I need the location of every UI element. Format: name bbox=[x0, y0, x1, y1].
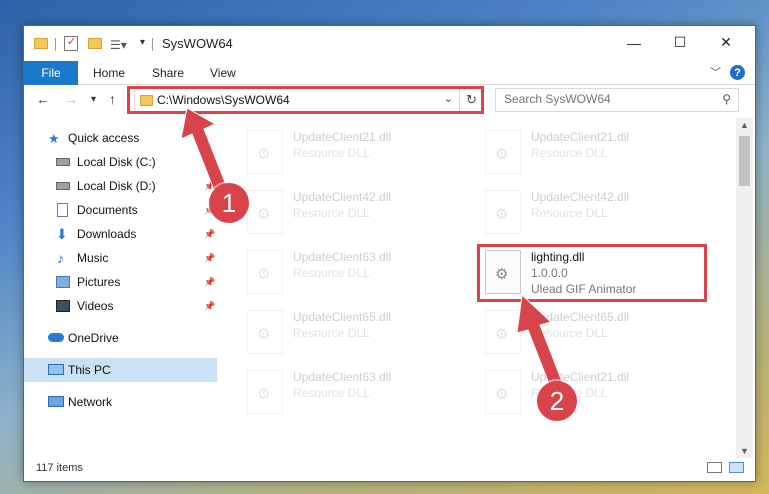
callout-2: 2 bbox=[537, 381, 577, 421]
arrow-2-icon bbox=[516, 293, 564, 390]
callout-1: 1 bbox=[209, 183, 249, 223]
annotation-arrows bbox=[180, 107, 564, 390]
arrow-1-icon bbox=[180, 107, 229, 196]
